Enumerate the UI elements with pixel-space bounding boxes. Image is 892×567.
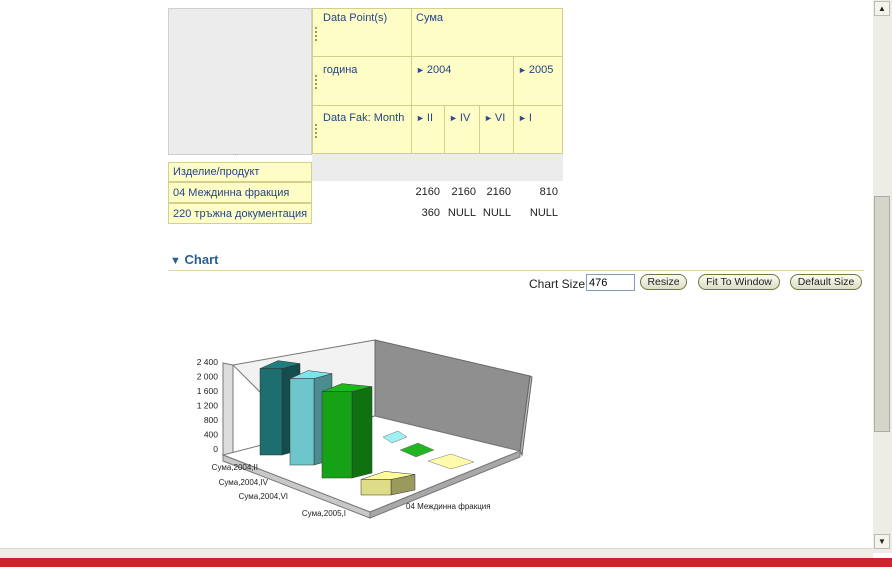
- series-axis-label: Сума,2005,I: [302, 509, 346, 518]
- series-axis-label: Сума,2004,II: [212, 463, 258, 472]
- bar-front: [360, 479, 392, 496]
- bar-front: [321, 391, 353, 479]
- series-axis-label: Сума,2004,IV: [219, 478, 269, 487]
- scroll-thumb[interactable]: [874, 196, 890, 432]
- y-tick-label: 1 600: [197, 386, 219, 396]
- vertical-scrollbar[interactable]: ▲ ▼: [873, 0, 892, 553]
- x-category-label: 04 Междинна фракция: [406, 502, 491, 511]
- y-tick-label: 400: [204, 430, 218, 440]
- y-tick-label: 1 200: [197, 401, 219, 411]
- taskbar: [0, 558, 892, 567]
- bar-front: [289, 378, 315, 466]
- y-tick-label: 2 400: [197, 357, 219, 367]
- scroll-up-button[interactable]: ▲: [874, 1, 890, 16]
- bar-front: [259, 368, 283, 456]
- chart-left-wall: [222, 362, 234, 458]
- series-axis-label: Сума,2004,VI: [239, 492, 288, 501]
- y-tick-label: 800: [204, 415, 218, 425]
- bar-side: [351, 386, 373, 479]
- y-tick-label: 2 000: [197, 372, 219, 382]
- scroll-down-button[interactable]: ▼: [874, 534, 890, 549]
- bar-3: [321, 383, 373, 479]
- y-tick-label: 0: [213, 444, 218, 454]
- chart-svg: 2 400 2 000 1 600 1 200 800 400 0 Сума,2004,II…: [197, 339, 533, 519]
